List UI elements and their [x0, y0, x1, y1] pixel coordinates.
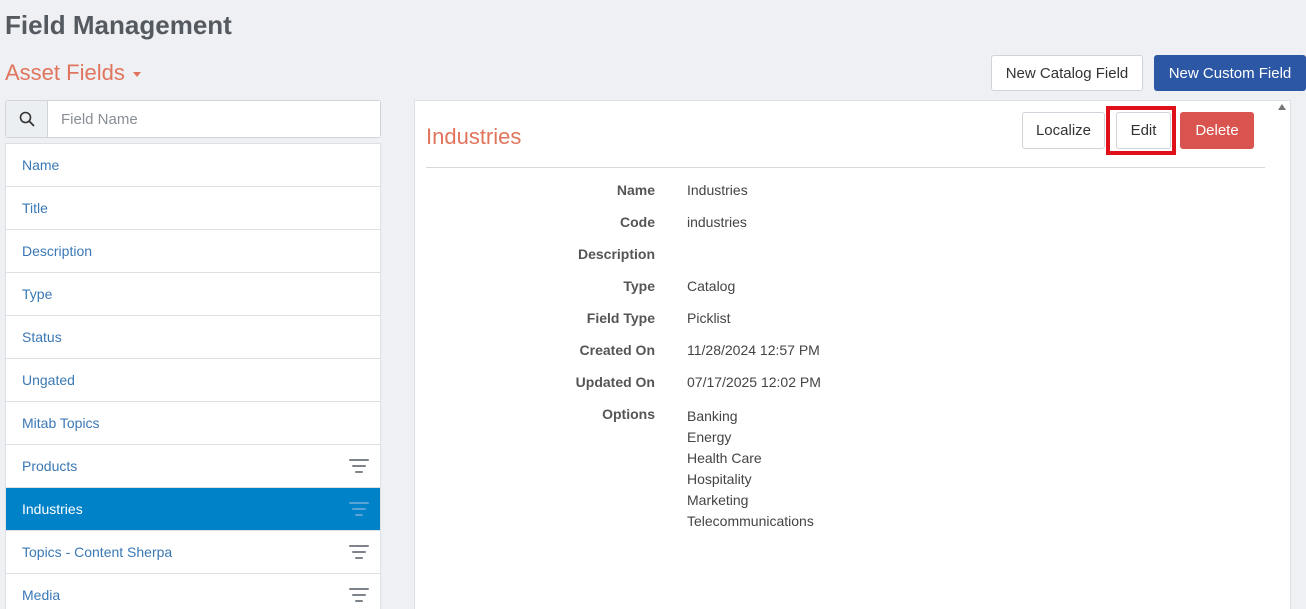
section-dropdown-label: Asset Fields	[5, 60, 125, 85]
field-list-item[interactable]: Products	[6, 445, 380, 488]
field-list-item-label: Name	[22, 157, 60, 173]
property-label: Updated On	[575, 374, 655, 390]
field-list-item[interactable]: Industries	[6, 488, 380, 531]
options-label: Options	[602, 406, 655, 422]
property-value: Industries	[687, 182, 748, 198]
field-properties: Name Industries Code industries Description T…	[415, 181, 821, 532]
field-list-item-label: Description	[22, 243, 93, 259]
property-value: 07/17/2025 12:02 PM	[687, 374, 821, 390]
field-list: Name Title Description Type Status Ungated Mit…	[5, 143, 381, 609]
option-item: Banking	[687, 408, 738, 424]
option-item: Health Care	[687, 450, 762, 466]
options-list: Banking Energy Health Care Hospitality Marke…	[687, 405, 814, 532]
property-row: Field Type Picklist	[415, 309, 821, 341]
new-catalog-field-button[interactable]: New Catalog Field	[991, 55, 1143, 91]
field-list-item-label: Media	[22, 587, 61, 603]
property-row: Code industries	[415, 213, 821, 245]
property-label: Code	[620, 214, 655, 230]
new-custom-field-button[interactable]: New Custom Field	[1154, 55, 1306, 91]
field-list-item-label: Status	[22, 329, 62, 345]
field-list-item[interactable]: Topics - Content Sherpa	[6, 531, 380, 574]
field-list-item[interactable]: Description	[6, 230, 380, 273]
detail-title: Industries	[426, 124, 522, 149]
property-value: Catalog	[687, 278, 736, 294]
options-row: Options Banking Energy Health Care Hospitali…	[415, 405, 821, 532]
property-value: 11/28/2024 12:57 PM	[687, 342, 820, 358]
filter-icon	[349, 545, 369, 559]
field-list-item-label: Industries	[22, 501, 83, 517]
property-value: Picklist	[687, 310, 731, 326]
filter-icon	[349, 502, 369, 516]
option-item: Energy	[687, 429, 732, 445]
section-dropdown[interactable]: Asset Fields	[5, 60, 141, 86]
filter-icon	[349, 588, 369, 602]
delete-button[interactable]: Delete	[1180, 112, 1254, 149]
scroll-up-arrow-icon[interactable]	[1278, 104, 1286, 110]
field-list-item[interactable]: Ungated	[6, 359, 380, 402]
search-icon[interactable]	[6, 101, 48, 137]
field-detail-panel: Industries Localize Edit Delete Name Indu…	[414, 100, 1291, 609]
field-list-item-label: Products	[22, 458, 78, 474]
page-title: Field Management	[5, 10, 232, 40]
option-item: Marketing	[687, 492, 749, 508]
property-label: Created On	[579, 342, 655, 358]
search-box	[5, 100, 381, 138]
property-row: Updated On 07/17/2025 12:02 PM	[415, 373, 821, 405]
filter-icon	[349, 459, 369, 473]
property-value: industries	[687, 214, 747, 230]
field-list-item-label: Title	[22, 200, 48, 216]
field-list-item-label: Type	[22, 286, 53, 302]
localize-button[interactable]: Localize	[1022, 112, 1105, 149]
field-list-item-label: Topics - Content Sherpa	[22, 544, 173, 560]
property-label: Type	[623, 278, 655, 294]
field-list-item[interactable]: Name	[6, 144, 380, 187]
property-label: Name	[616, 182, 655, 198]
field-list-item-label: Ungated	[22, 372, 75, 388]
property-label: Description	[577, 246, 655, 262]
field-list-item[interactable]: Status	[6, 316, 380, 359]
divider	[426, 167, 1265, 168]
property-row: Type Catalog	[415, 277, 821, 309]
field-list-item[interactable]: Type	[6, 273, 380, 316]
option-item: Hospitality	[687, 471, 752, 487]
field-list-item[interactable]: Title	[6, 187, 380, 230]
property-row: Name Industries	[415, 181, 821, 213]
field-list-item[interactable]: Mitab Topics	[6, 402, 380, 445]
field-list-item[interactable]: Media	[6, 574, 380, 609]
property-row: Created On 11/28/2024 12:57 PM	[415, 341, 821, 373]
edit-button-highlight	[1106, 106, 1176, 155]
option-item: Telecommunications	[687, 513, 814, 529]
caret-down-icon	[132, 72, 141, 77]
search-input[interactable]	[48, 101, 380, 137]
property-row: Description	[415, 245, 821, 277]
property-label: Field Type	[586, 310, 655, 326]
field-list-item-label: Mitab Topics	[22, 415, 100, 431]
